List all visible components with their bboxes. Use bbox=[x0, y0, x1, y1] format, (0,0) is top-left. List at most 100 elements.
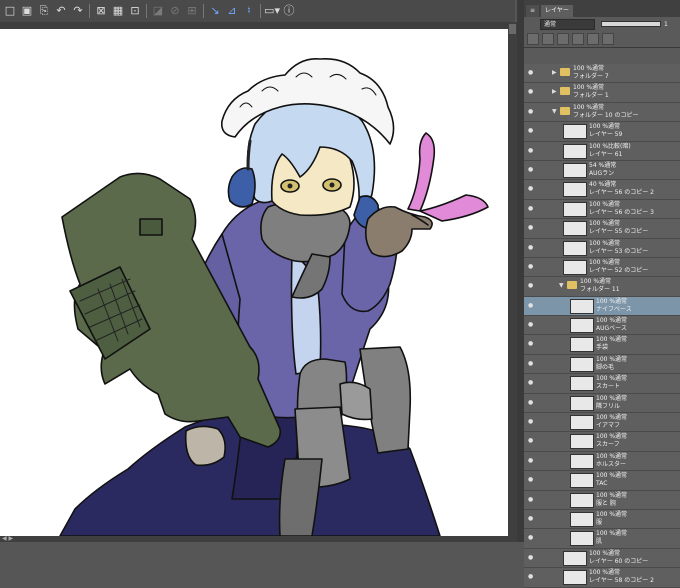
open-icon[interactable]: ▣ bbox=[20, 4, 34, 18]
blend-mode-select[interactable]: 通常 bbox=[540, 18, 595, 30]
layer-thumbnail bbox=[563, 550, 587, 566]
visibility-eye-icon[interactable]: ● bbox=[528, 166, 533, 173]
layer-thumbnail bbox=[570, 453, 594, 469]
mask-icon[interactable] bbox=[587, 33, 599, 45]
panel-collapse-strip[interactable] bbox=[517, 0, 524, 542]
layer-row[interactable]: ● 54 %通常 AUGラン bbox=[524, 160, 680, 181]
layer-row[interactable]: ● 100 %通常 レイヤー 52 のコピー bbox=[524, 257, 680, 278]
layer-blend-label: 100 %通常 bbox=[589, 549, 621, 557]
layer-row[interactable]: ● 100 %通常 AUGベース bbox=[524, 316, 680, 336]
transform-icon[interactable]: ▦ bbox=[111, 4, 125, 18]
layer-row[interactable]: ● 100 %通常 レイヤー 53 のコピー bbox=[524, 238, 680, 258]
visibility-eye-icon[interactable]: ● bbox=[528, 225, 533, 231]
visibility-eye-icon[interactable]: ● bbox=[528, 360, 533, 367]
visibility-eye-icon[interactable]: ● bbox=[528, 263, 533, 270]
tab-layer[interactable]: レイヤー bbox=[541, 5, 573, 17]
canvas[interactable] bbox=[0, 29, 508, 536]
visibility-eye-icon[interactable]: ● bbox=[528, 438, 533, 444]
layer-row[interactable]: ● 100 %通常 レイヤー 56 のコピー 3 bbox=[524, 199, 680, 220]
layer-folder-row[interactable]: ● ▶ 100 %通常 フォルダー 1 bbox=[524, 83, 680, 103]
visibility-eye-icon[interactable]: ● bbox=[528, 322, 533, 328]
layer-row[interactable]: ● 100 %通常 ホルスター bbox=[524, 451, 680, 472]
layer-row[interactable]: ● 100 %通常 ナイフベース bbox=[524, 296, 680, 317]
layer-row[interactable]: ● 100 %通常 スカート bbox=[524, 374, 680, 394]
select-icon[interactable]: ⊡ bbox=[128, 4, 142, 18]
vertical-scroll-thumb[interactable] bbox=[509, 24, 516, 34]
layer-row[interactable]: ● 100 %通常 レイヤー 55 のコピー bbox=[524, 219, 680, 239]
panel-menu-icon[interactable]: ≡ bbox=[526, 5, 540, 17]
opacity-slider[interactable] bbox=[601, 21, 661, 27]
visibility-eye-icon[interactable]: ● bbox=[528, 108, 533, 115]
visibility-eye-icon[interactable]: ● bbox=[528, 147, 533, 154]
redo-icon[interactable]: ↷ bbox=[71, 4, 85, 18]
layer-row[interactable]: ● 100 %通常 レイヤー 60 のコピー bbox=[524, 548, 680, 569]
visibility-eye-icon[interactable]: ● bbox=[528, 186, 533, 192]
visibility-eye-icon[interactable]: ● bbox=[528, 554, 533, 561]
info-icon[interactable]: ⓘ bbox=[282, 4, 296, 18]
layer-row[interactable]: ● 100 %通常 レイヤー 59 bbox=[524, 122, 680, 142]
layer-row[interactable]: ● 100 %通常 イアマフ bbox=[524, 413, 680, 433]
horizontal-scrollbar[interactable]: ◀ ▶ bbox=[0, 536, 517, 542]
paint-icon[interactable]: ⊞ bbox=[185, 4, 199, 18]
visibility-eye-icon[interactable]: ● bbox=[528, 283, 533, 289]
visibility-eye-icon[interactable]: ● bbox=[528, 205, 533, 212]
layer-folder-row[interactable]: ● ▼ 100 %通常 フォルダー 11 bbox=[524, 277, 680, 297]
folder-collapse-icon[interactable]: ▼ bbox=[559, 283, 564, 289]
reference-icon[interactable] bbox=[572, 33, 584, 45]
layer-name: スカーフ bbox=[596, 441, 620, 449]
visibility-eye-icon[interactable]: ● bbox=[528, 515, 533, 522]
layer-row[interactable]: ● 100 %比較(暗) レイヤー 61 bbox=[524, 141, 680, 161]
folder-expand-icon[interactable]: ▶ bbox=[552, 89, 557, 95]
folder-collapse-icon[interactable]: ▼ bbox=[552, 108, 557, 115]
fill-icon[interactable]: ◪ bbox=[151, 4, 165, 18]
layer-row[interactable]: ● 100 %通常 隣フリル bbox=[524, 393, 680, 414]
layer-row[interactable]: ● 100 %通常 レイヤー 58 のコピー 2 bbox=[524, 568, 680, 588]
visibility-eye-icon[interactable]: ● bbox=[528, 70, 533, 76]
new-icon[interactable]: □ bbox=[3, 4, 17, 18]
visibility-eye-icon[interactable]: ● bbox=[528, 477, 533, 483]
opacity-value[interactable]: 1 bbox=[664, 21, 668, 28]
layer-folder-row[interactable]: ● ▼ 100 %通常 フォルダー 10 のコピー bbox=[524, 102, 680, 123]
ruler-icon[interactable]: ⊿ bbox=[225, 4, 239, 18]
guide-icon[interactable]: ♮ bbox=[242, 4, 256, 18]
layer-row[interactable]: ● 100 %通常肌 bbox=[524, 529, 680, 549]
undo-icon[interactable]: ↶ bbox=[54, 4, 68, 18]
snap-icon[interactable]: ↘ bbox=[208, 4, 222, 18]
visibility-eye-icon[interactable]: ● bbox=[528, 496, 533, 503]
visibility-eye-icon[interactable]: ● bbox=[528, 128, 533, 134]
layer-blend-label: 100 %通常 bbox=[596, 530, 628, 538]
visibility-eye-icon[interactable]: ● bbox=[528, 419, 533, 425]
vertical-scrollbar[interactable] bbox=[508, 22, 517, 536]
knife bbox=[407, 132, 436, 212]
scroll-arrows-icon[interactable]: ◀ ▶ bbox=[2, 536, 13, 542]
layer-name: レイヤー 55 のコピー bbox=[589, 228, 649, 236]
delete-layer-icon[interactable] bbox=[602, 33, 614, 45]
lock-icon[interactable] bbox=[542, 33, 554, 45]
visibility-eye-icon[interactable]: ● bbox=[528, 380, 533, 386]
layer-row[interactable]: ● 100 %通常 脚の毛 bbox=[524, 354, 680, 375]
layer-row[interactable]: ● 100 %通常 手袋 bbox=[524, 335, 680, 355]
flip-icon[interactable]: ⊘ bbox=[168, 4, 182, 18]
visibility-eye-icon[interactable]: ● bbox=[528, 457, 533, 464]
layer-row[interactable]: ● 100 %通常服 bbox=[524, 509, 680, 530]
folder-expand-icon[interactable]: ▶ bbox=[552, 70, 557, 76]
view-dropdown-icon[interactable]: ▭▾ bbox=[264, 4, 280, 18]
visibility-eye-icon[interactable]: ● bbox=[528, 399, 533, 406]
layer-row[interactable]: ● 100 %通常 服と 腕 bbox=[524, 490, 680, 510]
layer-blend-label: 100 %通常 bbox=[596, 317, 628, 325]
clear-icon[interactable]: ⊠ bbox=[94, 4, 108, 18]
visibility-eye-icon[interactable]: ● bbox=[528, 574, 533, 580]
visibility-eye-icon[interactable]: ● bbox=[528, 341, 533, 347]
layer-row[interactable]: ● 40 %通常 レイヤー 56 のコピー 2 bbox=[524, 180, 680, 200]
visibility-eye-icon[interactable]: ● bbox=[528, 535, 533, 541]
save-icon[interactable]: ⎘ bbox=[37, 4, 51, 18]
new-layer-icon[interactable] bbox=[527, 33, 539, 45]
layer-folder-row[interactable]: ● ▶ 100 %通常 フォルダー 7 bbox=[524, 64, 680, 84]
clip-icon[interactable] bbox=[557, 33, 569, 45]
layer-row[interactable]: ● 100 %通常 スカーフ bbox=[524, 432, 680, 452]
earmuff-left bbox=[227, 167, 256, 208]
visibility-eye-icon[interactable]: ● bbox=[528, 244, 533, 251]
visibility-eye-icon[interactable]: ● bbox=[528, 302, 533, 309]
layer-row[interactable]: ● 100 %通常 TAC bbox=[524, 471, 680, 491]
visibility-eye-icon[interactable]: ● bbox=[528, 89, 533, 95]
